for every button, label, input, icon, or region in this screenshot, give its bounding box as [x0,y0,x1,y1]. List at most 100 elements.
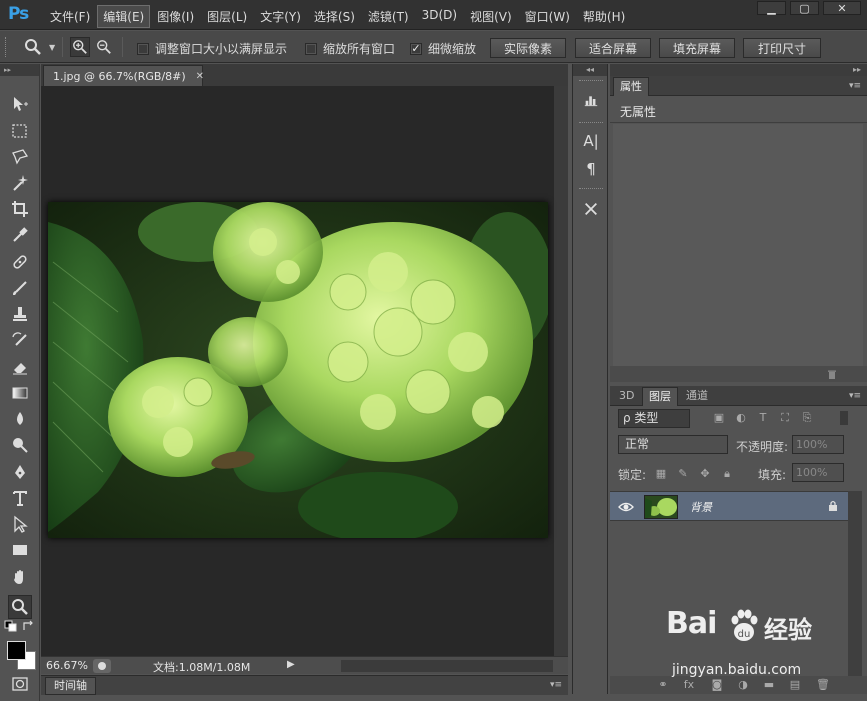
menu-select[interactable]: 选择(S) [308,5,361,28]
close-tab-icon[interactable]: ✕ [196,71,204,82]
checkbox-label: 缩放所有窗口 [323,42,396,56]
layers-scrollbar[interactable] [848,491,862,677]
quick-mask-icon[interactable] [8,674,32,694]
clone-stamp-icon[interactable] [8,302,32,326]
type-tool-icon[interactable] [8,486,32,510]
menu-help[interactable]: 帮助(H) [577,5,631,28]
status-menu-arrow-icon[interactable]: ▶ [287,659,299,673]
layer-filter-select[interactable]: ρ 类型 [618,409,690,428]
gradient-tool-icon[interactable] [8,381,32,405]
timeline-tab[interactable]: 时间轴 [45,677,96,695]
hand-tool-icon[interactable] [8,565,32,589]
eyedropper-icon[interactable] [8,223,32,247]
menu-edit[interactable]: 编辑(E) [97,5,151,28]
lock-all-icon[interactable]: 🔒︎ [720,467,734,481]
filter-type-icon[interactable]: T [756,411,770,425]
marquee-tool-icon[interactable] [8,119,32,143]
menu-layer[interactable]: 图层(L) [201,5,253,28]
histogram-panel-icon[interactable] [580,88,602,110]
layer-name[interactable]: 背景 [690,499,712,515]
menu-3d[interactable]: 3D(D) [416,5,463,28]
panel-menu-icon[interactable]: ▾≡ [849,391,861,401]
lock-transparent-icon[interactable]: ▦ [654,467,668,481]
expand-dock-icon[interactable]: ◂◂ [573,64,607,76]
options-grip[interactable] [5,37,8,57]
filter-adjustment-icon[interactable]: ◐ [734,411,748,425]
dock-divider [579,188,603,191]
checkbox-box[interactable] [137,42,149,55]
visibility-eye-icon[interactable] [618,500,634,514]
default-colors-icon[interactable] [4,620,18,632]
preset-dropdown-icon[interactable]: ▼ [49,43,55,52]
menu-file[interactable]: 文件(F) [44,5,96,28]
filter-toggle[interactable] [840,411,848,425]
collapse-toolbar-icon[interactable]: ▸▸ [0,64,39,76]
document-tab[interactable]: 1.jpg @ 66.7%(RGB/8#) ✕ [43,65,204,86]
zoom-out-icon[interactable] [94,37,114,57]
lock-image-icon[interactable]: ✎ [676,467,690,481]
rectangle-tool-icon[interactable] [8,538,32,562]
dodge-tool-icon[interactable] [8,433,32,457]
zoom-level[interactable]: 66.67% [46,659,88,672]
menu-image[interactable]: 图像(I) [151,5,200,28]
status-icon[interactable] [93,659,111,673]
scrubby-zoom-checkbox[interactable]: ✓ 细微缩放 [410,40,476,57]
close-button[interactable]: ✕ [823,1,861,15]
menu-view[interactable]: 视图(V) [464,5,518,28]
document-info: 文档:1.08M/1.08M [153,661,251,674]
pen-tool-icon[interactable] [8,460,32,484]
character-panel-icon[interactable]: A| [580,130,602,152]
zoom-in-icon[interactable] [70,37,90,57]
menu-window[interactable]: 窗口(W) [519,5,576,28]
collapse-right-dock-icon[interactable]: ▸▸ [610,64,867,76]
filter-shape-icon[interactable]: ⛶ [778,411,792,425]
tab-properties[interactable]: 属性 [613,77,649,96]
document-tabs: 1.jpg @ 66.7%(RGB/8#) ✕ [41,64,568,86]
filter-pixel-icon[interactable]: ▣ [712,411,726,425]
restore-button[interactable]: ▢ [790,1,819,15]
opacity-input[interactable]: 100% [792,435,844,454]
lock-position-icon[interactable]: ✥ [698,467,712,481]
healing-brush-icon[interactable] [8,250,32,274]
zoom-all-windows-checkbox[interactable]: 缩放所有窗口 [305,40,395,57]
tab-channels[interactable]: 通道 [680,387,714,406]
resize-windows-checkbox[interactable]: 调整窗口大小以满屏显示 [137,40,287,57]
move-tool-icon[interactable] [8,92,32,116]
menu-filter[interactable]: 滤镜(T) [362,5,415,28]
brush-tool-icon[interactable] [8,276,32,300]
tab-3d[interactable]: 3D [613,387,640,406]
dock-divider [579,122,603,125]
eraser-tool-icon[interactable] [8,355,32,379]
fill-input[interactable]: 100% [792,463,844,482]
layer-row-background[interactable]: 背景 [610,491,848,521]
actual-pixels-button[interactable]: 实际像素 [490,38,566,58]
paragraph-panel-icon[interactable]: ¶ [580,158,602,180]
panel-menu-icon[interactable]: ▾≡ [550,680,562,690]
tool-presets-icon[interactable] [580,198,602,220]
swap-colors-icon[interactable] [22,620,36,632]
magic-wand-icon[interactable] [8,171,32,195]
crop-tool-icon[interactable] [8,197,32,221]
layer-filter-row: ρ 类型 ▣ ◐ T ⛶ ⎘ [614,407,850,429]
zoom-tool-icon[interactable] [8,595,32,619]
filter-smart-object-icon[interactable]: ⎘ [800,411,814,425]
checkbox-box[interactable] [305,42,317,55]
minimize-button[interactable]: ▁ [757,1,786,15]
fill-screen-button[interactable]: 填充屏幕 [659,38,735,58]
history-brush-icon[interactable] [8,328,32,352]
document-image[interactable] [48,202,548,538]
print-size-button[interactable]: 打印尺寸 [743,38,821,58]
path-selection-icon[interactable] [8,512,32,536]
tab-layers[interactable]: 图层 [642,387,678,406]
foreground-color-swatch[interactable] [7,641,26,660]
menu-type[interactable]: 文字(Y) [254,5,307,28]
fit-screen-button[interactable]: 适合屏幕 [575,38,651,58]
zoom-tool-preset-icon[interactable] [24,38,42,56]
vertical-scrollbar[interactable] [554,86,568,656]
checkbox-checked-box[interactable]: ✓ [410,42,422,55]
blur-tool-icon[interactable] [8,407,32,431]
panel-menu-icon[interactable]: ▾≡ [849,81,861,91]
horizontal-scrollbar[interactable] [341,660,553,672]
blend-mode-select[interactable]: 正常 [618,435,728,454]
lasso-tool-icon[interactable] [8,145,32,169]
